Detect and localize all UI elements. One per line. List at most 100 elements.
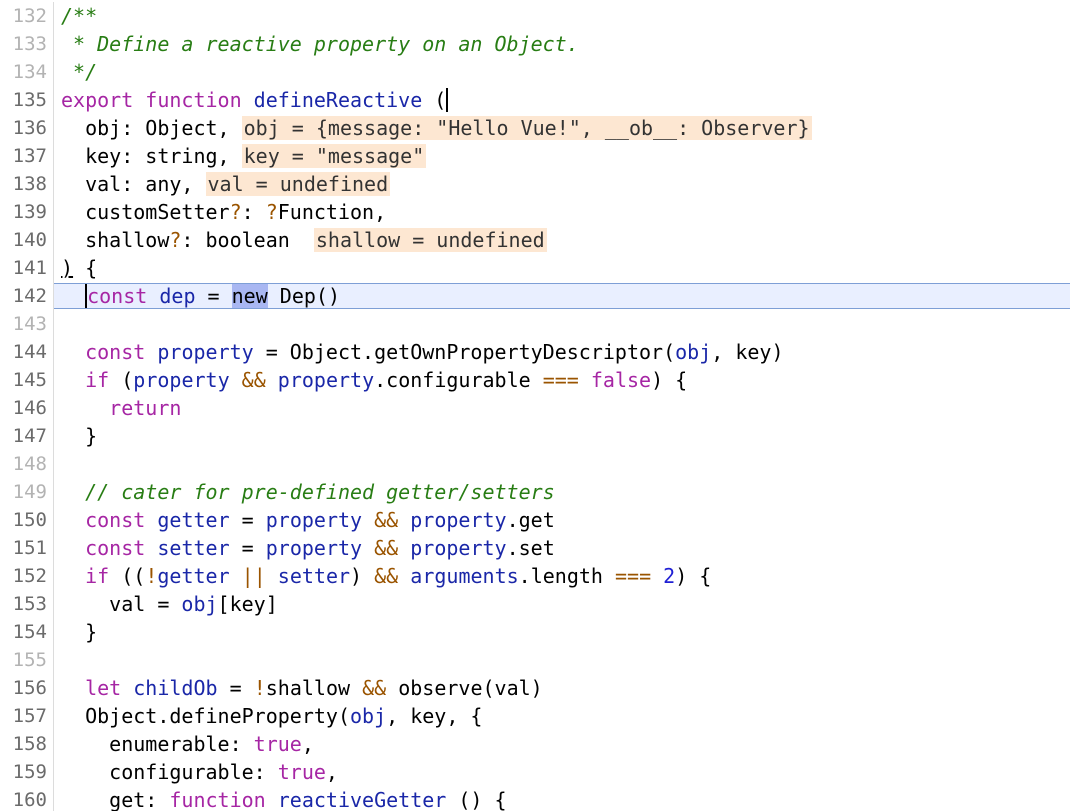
line-code[interactable]: const dep = new Dep() [61, 282, 340, 310]
code-line[interactable]: 141 ) { [0, 254, 1070, 282]
line-code[interactable]: get: function reactiveGetter () { [61, 786, 506, 811]
line-number[interactable]: 143 [0, 310, 47, 338]
code-line[interactable]: 138 val: any, val = undefined [0, 170, 1070, 198]
line-code[interactable]: if (property && property.configurable ==… [61, 366, 687, 394]
line-code[interactable]: let childOb = !shallow && observe(val) [61, 674, 543, 702]
line-code[interactable]: const property = Object.getOwnPropertyDe… [61, 338, 783, 366]
line-number[interactable]: 151 [0, 534, 47, 562]
line-code[interactable]: const getter = property && property.get [61, 506, 555, 534]
code-line[interactable]: 153 val = obj[key] [0, 590, 1070, 618]
line-number[interactable]: 153 [0, 590, 47, 618]
code-line[interactable]: 142 const dep = new Dep() [0, 282, 1070, 310]
code-line[interactable]: 143 [0, 310, 1070, 338]
line-code[interactable]: customSetter?: ?Function, [61, 198, 386, 226]
line-number[interactable]: 135 [0, 86, 47, 114]
line-code[interactable]: export function defineReactive ( [61, 86, 449, 114]
code-line[interactable]: 145 if (property && property.configurabl… [0, 366, 1070, 394]
line-number[interactable]: 159 [0, 758, 47, 786]
line-number[interactable]: 150 [0, 506, 47, 534]
code-token: ) [350, 564, 375, 588]
line-number[interactable]: 152 [0, 562, 47, 590]
code-line[interactable]: 135 export function defineReactive ( [0, 86, 1070, 114]
line-code[interactable]: val: any, val = undefined [61, 170, 391, 198]
code-line[interactable]: 136 obj: Object, obj = {message: "Hello … [0, 114, 1070, 142]
line-code[interactable]: obj: Object, obj = {message: "Hello Vue!… [61, 114, 812, 142]
line-code[interactable]: val = obj[key] [61, 590, 278, 618]
line-number[interactable]: 147 [0, 422, 47, 450]
line-number[interactable]: 138 [0, 170, 47, 198]
line-number[interactable]: 148 [0, 450, 47, 478]
code-line[interactable]: 157 Object.defineProperty(obj, key, { [0, 702, 1070, 730]
line-number[interactable]: 141 [0, 254, 47, 282]
code-token: = [217, 676, 254, 700]
line-code[interactable]: configurable: true, [61, 758, 338, 786]
gutter-separator [53, 394, 54, 422]
code-token: ? [265, 200, 278, 224]
line-code[interactable]: */ [61, 58, 97, 86]
line-number[interactable]: 133 [0, 30, 47, 58]
code-token: const [87, 284, 148, 308]
line-number[interactable]: 160 [0, 786, 47, 811]
code-token: let [85, 676, 122, 700]
line-number[interactable]: 137 [0, 142, 47, 170]
code-line[interactable]: 133 * Define a reactive property on an O… [0, 30, 1070, 58]
line-number[interactable]: 140 [0, 226, 47, 254]
line-number[interactable]: 149 [0, 478, 47, 506]
code-line[interactable]: 149 // cater for pre-defined getter/sett… [0, 478, 1070, 506]
code-line[interactable]: 156 let childOb = !shallow && observe(va… [0, 674, 1070, 702]
code-line[interactable]: 146 return [0, 394, 1070, 422]
code-line[interactable]: 155 [0, 646, 1070, 674]
code-line[interactable]: 139 customSetter?: ?Function, [0, 198, 1070, 226]
gutter-separator [53, 702, 54, 730]
line-code[interactable]: // cater for pre-defined getter/setters [61, 478, 555, 506]
line-code[interactable]: Object.defineProperty(obj, key, { [61, 702, 482, 730]
line-number[interactable]: 155 [0, 646, 47, 674]
code-line[interactable]: 154 } [0, 618, 1070, 646]
line-number[interactable]: 156 [0, 674, 47, 702]
code-token: } [61, 424, 98, 448]
line-number[interactable]: 146 [0, 394, 47, 422]
code-line[interactable]: 159 configurable: true, [0, 758, 1070, 786]
line-code[interactable]: shallow?: boolean shallow = undefined [61, 226, 547, 254]
code-line[interactable]: 144 const property = Object.getOwnProper… [0, 338, 1070, 366]
line-number[interactable]: 132 [0, 2, 47, 30]
code-line[interactable]: 150 const getter = property && property.… [0, 506, 1070, 534]
line-number[interactable]: 139 [0, 198, 47, 226]
line-code[interactable]: enumerable: true, [61, 730, 314, 758]
line-code[interactable]: } [61, 618, 97, 646]
line-number[interactable]: 144 [0, 338, 47, 366]
line-number[interactable]: 158 [0, 730, 47, 758]
code-line[interactable]: 151 const setter = property && property.… [0, 534, 1070, 562]
line-number[interactable]: 145 [0, 366, 47, 394]
code-line[interactable]: 140 shallow?: boolean shallow = undefine… [0, 226, 1070, 254]
code-line[interactable]: 158 enumerable: true, [0, 730, 1070, 758]
line-code[interactable]: ) { [61, 254, 97, 282]
line-code[interactable]: /** [61, 2, 97, 30]
code-line[interactable]: 147 } [0, 422, 1070, 450]
line-code[interactable]: * Define a reactive property on an Objec… [61, 30, 579, 58]
code-line[interactable]: 134 */ [0, 58, 1070, 86]
code-line[interactable]: 132 /** [0, 2, 1070, 30]
line-code[interactable]: const setter = property && property.set [61, 534, 555, 562]
code-token: || [241, 564, 266, 588]
code-line[interactable]: 152 if ((!getter || setter) && arguments… [0, 562, 1070, 590]
code-line[interactable]: 137 key: string, key = "message" [0, 142, 1070, 170]
code-editor[interactable]: 132/** 133 * Define a reactive property o… [0, 2, 1070, 811]
code-token: : boolean [181, 228, 314, 252]
line-code[interactable]: } [61, 422, 97, 450]
line-number[interactable]: 157 [0, 702, 47, 730]
gutter-separator [53, 198, 54, 226]
line-number[interactable]: 154 [0, 618, 47, 646]
gutter-separator [53, 534, 54, 562]
line-number[interactable]: 134 [0, 58, 47, 86]
code-line[interactable]: 148 [0, 450, 1070, 478]
code-line[interactable]: 160 get: function reactiveGetter () { [0, 786, 1070, 811]
line-code[interactable]: return [61, 394, 181, 422]
line-code[interactable]: key: string, key = "message" [61, 142, 427, 170]
line-number[interactable]: 136 [0, 114, 47, 142]
line-number[interactable]: 142 [0, 282, 47, 310]
line-code[interactable]: if ((!getter || setter) && arguments.len… [61, 562, 711, 590]
